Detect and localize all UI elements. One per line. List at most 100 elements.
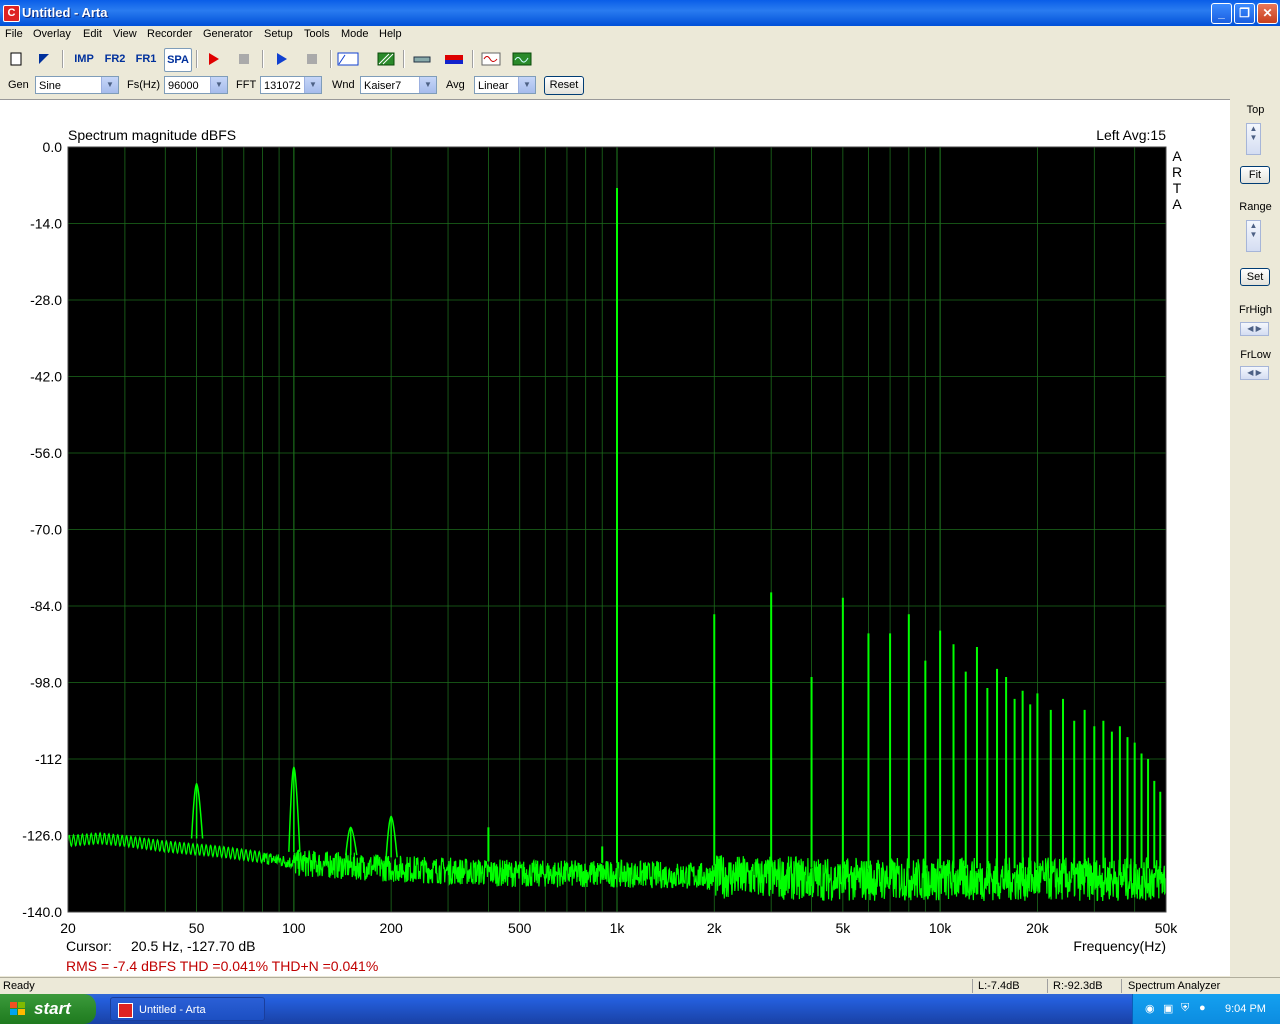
fr1-button[interactable]: FR1	[133, 48, 159, 70]
chevron-up-icon[interactable]: ▲	[1247, 221, 1260, 230]
taskbar: start Untitled - Arta ◉ ▣ ⛨ ● 9:04 PM	[0, 994, 1280, 1024]
status-ready: Ready	[3, 980, 35, 992]
probe-icon[interactable]	[411, 48, 433, 70]
menu-setup[interactable]: Setup	[264, 28, 293, 40]
y-tick-label: -42.0	[30, 369, 62, 385]
frhigh-label: FrHigh	[1238, 304, 1272, 316]
chevron-down-icon: ▼	[210, 77, 227, 93]
toolbar-separator	[472, 50, 474, 68]
avg-select[interactable]: Linear ▼	[474, 76, 536, 94]
start-button[interactable]: start	[0, 994, 96, 1024]
play-icon[interactable]	[270, 48, 292, 70]
frhigh-spinner[interactable]: ◀ ▶	[1240, 322, 1269, 336]
side-label-letter: T	[1173, 180, 1182, 196]
close-button[interactable]: ✕	[1257, 3, 1278, 24]
fft-select[interactable]: 131072 ▼	[260, 76, 322, 94]
menu-generator[interactable]: Generator	[203, 28, 253, 40]
title-bar: C Untitled - Arta _ ❐ ✕	[0, 0, 1280, 26]
y-tick-label: -112	[35, 751, 62, 767]
menu-help[interactable]: Help	[379, 28, 402, 40]
status-right-level: R:-92.3dB	[1053, 980, 1103, 992]
range-spinner[interactable]: ▲ ▼	[1246, 220, 1261, 252]
sine-icon[interactable]	[480, 48, 502, 70]
taskbar-item-arta[interactable]: Untitled - Arta	[110, 997, 265, 1021]
app-icon[interactable]: C	[3, 5, 20, 22]
menu-file[interactable]: File	[5, 28, 23, 40]
avg-select-value: Linear	[478, 80, 509, 92]
fit-button[interactable]: Fit	[1240, 166, 1270, 184]
gen-select[interactable]: Sine ▼	[35, 76, 119, 94]
chevron-down-icon: ▼	[304, 77, 321, 93]
signal-icon[interactable]	[511, 48, 533, 70]
window-title: Untitled - Arta	[22, 5, 108, 20]
system-tray: ◉ ▣ ⛨ ● 9:04 PM	[1132, 994, 1280, 1024]
network-icon[interactable]: ◉	[1145, 1002, 1155, 1015]
cursor-readout: 20.5 Hz, -127.70 dB	[131, 938, 256, 954]
open-icon[interactable]	[33, 48, 55, 70]
fs-select[interactable]: 96000 ▼	[164, 76, 228, 94]
y-tick-label: 0.0	[43, 139, 63, 155]
x-tick-label: 500	[508, 920, 532, 936]
wnd-select[interactable]: Kaiser7 ▼	[360, 76, 437, 94]
set-button[interactable]: Set	[1240, 268, 1270, 286]
fs-select-value: 96000	[168, 80, 199, 92]
status-mode: Spectrum Analyzer	[1128, 980, 1221, 992]
plot-panel: 0.0 -14.0 -28.0 -42.0 -56.0 -70.0 -84.0 -98.0 -1…	[0, 99, 1230, 976]
y-tick-label: -126.0	[22, 828, 62, 844]
fr2-button[interactable]: FR2	[102, 48, 128, 70]
monitor-icon[interactable]: ▣	[1163, 1002, 1173, 1015]
status-left-level: L:-7.4dB	[978, 980, 1020, 992]
stop-play-icon[interactable]	[301, 48, 323, 70]
y-tick-label: -70.0	[30, 522, 62, 538]
frlow-spinner[interactable]: ◀ ▶	[1240, 366, 1269, 380]
shield-icon[interactable]: ⛨	[1181, 1002, 1189, 1015]
menu-edit[interactable]: Edit	[83, 28, 102, 40]
top-label: Top	[1246, 104, 1265, 116]
x-tick-label: 1k	[610, 920, 626, 936]
start-label: start	[34, 999, 71, 1018]
chart-title: Spectrum magnitude dBFS	[68, 127, 236, 143]
x-axis-label: Frequency(Hz)	[1073, 938, 1166, 954]
y-tick-label: -14.0	[30, 216, 62, 232]
restore-button[interactable]: ❐	[1234, 3, 1255, 24]
menu-view[interactable]: View	[113, 28, 137, 40]
chevron-down-icon[interactable]: ▼	[1247, 230, 1260, 239]
menu-mode[interactable]: Mode	[341, 28, 369, 40]
chevron-up-icon[interactable]: ▲	[1247, 124, 1260, 133]
record-icon[interactable]	[202, 48, 224, 70]
new-file-icon[interactable]	[5, 48, 27, 70]
windows-flag-icon	[10, 1002, 25, 1015]
x-tick-label: 100	[282, 920, 306, 936]
x-tick-label: 10k	[929, 920, 953, 936]
spa-button[interactable]: SPA	[164, 48, 192, 72]
toolbar-separator	[330, 50, 332, 68]
abc-icon[interactable]	[337, 48, 359, 70]
avg-label: Avg	[446, 79, 465, 91]
top-spinner[interactable]: ▲ ▼	[1246, 123, 1261, 155]
side-label-letter: A	[1172, 196, 1182, 212]
toolbar: IMP FR2 FR1 SPA	[0, 46, 1280, 72]
reset-button[interactable]: Reset	[544, 76, 584, 95]
fft-select-value: 131072	[264, 80, 301, 92]
stop-icon[interactable]	[233, 48, 255, 70]
right-control-panel: Top ▲ ▼ Fit Range ▲ ▼ Set FrHigh ◀ ▶ FrLow…	[1231, 99, 1280, 975]
menu-bar: File Overlay Edit View Recorder Generato…	[0, 26, 1280, 44]
gen-select-value: Sine	[39, 80, 62, 92]
imp-button[interactable]: IMP	[71, 48, 97, 70]
spectrum-chart[interactable]: 0.0 -14.0 -28.0 -42.0 -56.0 -70.0 -84.0 -98.0 -1…	[0, 100, 1230, 976]
menu-tools[interactable]: Tools	[304, 28, 330, 40]
analyzer-settings-bar: Gen Sine ▼ Fs(Hz) 96000 ▼ FFT 131072 ▼ Wnd …	[0, 74, 1280, 98]
status-bar: Ready L:-7.4dB R:-92.3dB Spectrum Analyz…	[0, 977, 1280, 995]
minimize-button[interactable]: _	[1211, 3, 1232, 24]
hatch-icon[interactable]	[375, 48, 397, 70]
y-tick-label: -98.0	[30, 675, 62, 691]
x-tick-label: 2k	[707, 920, 723, 936]
antivirus-icon[interactable]: ●	[1199, 1002, 1206, 1014]
toolbar-separator	[62, 50, 64, 68]
chevron-down-icon: ▼	[419, 77, 436, 93]
menu-overlay[interactable]: Overlay	[33, 28, 71, 40]
flag-icon[interactable]	[443, 48, 465, 70]
menu-recorder[interactable]: Recorder	[147, 28, 192, 40]
fft-label: FFT	[236, 79, 257, 91]
chevron-down-icon[interactable]: ▼	[1247, 133, 1260, 142]
